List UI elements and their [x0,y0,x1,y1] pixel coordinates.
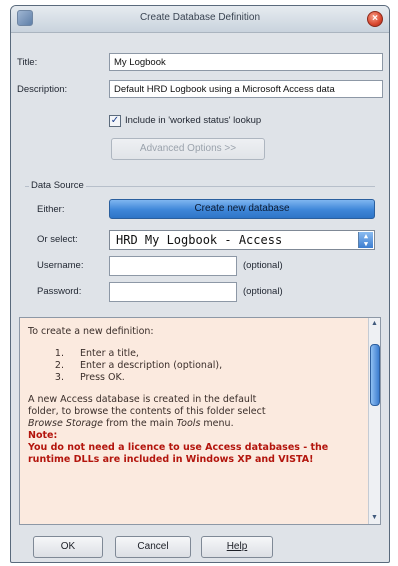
help-intro: To create a new definition: [28,326,154,337]
help-text-panel[interactable]: To create a new definition: 1. Enter a t… [19,317,381,525]
help-step-number: 2. [54,360,64,371]
username-label: Username: [37,260,84,271]
scroll-thumb[interactable] [370,344,380,406]
help-step-text: Enter a title, [80,348,139,359]
help-paragraph-end: menu. [203,418,234,429]
help-step-text: Enter a description (optional), [80,360,223,371]
create-new-database-button[interactable]: Create new database [109,199,375,219]
title-input[interactable]: My Logbook [109,53,383,71]
window-title: Create Database Definition [139,12,261,23]
either-label: Either: [37,204,65,215]
password-optional-hint: (optional) [243,286,283,297]
note-text: You do not need a licence to use Access … [28,442,329,465]
include-worked-status-checkbox[interactable]: ✓ [109,115,121,127]
ok-button[interactable]: OK [33,536,103,558]
or-select-label: Or select: [37,234,78,245]
note-title: Note: [28,430,58,441]
browse-storage-text: Browse Storage [28,418,103,429]
help-paragraph-mid: from the main [106,418,174,429]
title-label: Title: [17,57,38,68]
scroll-up-icon[interactable]: ▲ [369,318,380,330]
cancel-button[interactable]: Cancel [115,536,191,558]
help-steps: 1. Enter a title, 2. Enter a description… [28,348,360,384]
help-step: 1. Enter a title, [28,348,360,360]
database-select-value: HRD My Logbook - Access [116,233,283,247]
help-step-number: 3. [54,372,64,383]
dialog-window: Create Database Definition × Title: My L… [10,5,390,563]
username-input[interactable] [109,256,237,276]
help-step-number: 1. [54,348,64,359]
close-icon[interactable]: × [367,11,383,27]
scroll-down-icon[interactable]: ▼ [369,512,380,524]
database-select[interactable]: HRD My Logbook - Access ▲ ▼ [109,230,375,250]
help-paragraph-line2: folder, to browse the contents of this f… [28,406,266,417]
help-paragraph: A new Access database is created in the … [28,394,360,430]
help-step: 2. Enter a description (optional), [28,360,360,372]
username-optional-hint: (optional) [243,260,283,271]
title-bar[interactable]: Create Database Definition × [11,6,389,33]
tools-menu-text: Tools [176,418,201,429]
description-label: Description: [17,84,68,95]
help-paragraph-line1: A new Access database is created in the … [28,394,257,405]
include-worked-status-label: Include in 'worked status' lookup [125,115,262,126]
data-source-label: Data Source [29,180,86,191]
password-label: Password: [37,286,82,297]
description-input[interactable]: Default HRD Logbook using a Microsoft Ac… [109,80,383,98]
password-input[interactable] [109,282,237,302]
help-step-text: Press OK. [80,372,125,383]
chevron-down-icon[interactable]: ▲ ▼ [358,232,373,248]
help-step: 3. Press OK. [28,372,360,384]
help-button[interactable]: Help [201,536,273,558]
help-scrollbar[interactable]: ▲ ▼ [368,318,380,524]
help-text-content: To create a new definition: 1. Enter a t… [28,326,360,466]
advanced-options-button[interactable]: Advanced Options >> [111,138,265,160]
